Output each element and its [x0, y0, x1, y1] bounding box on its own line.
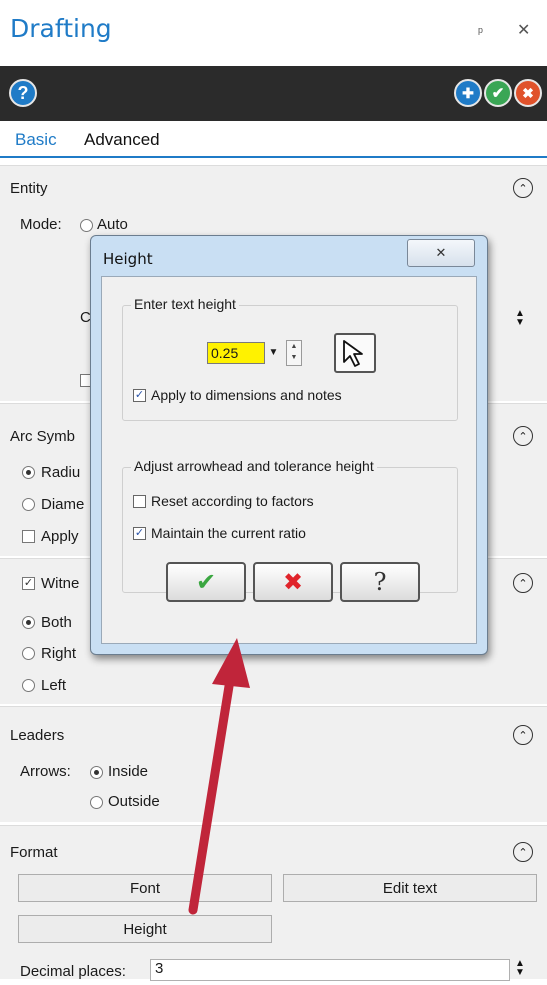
annotation-arrow-shaft — [188, 675, 235, 915]
annotation-arrow — [188, 638, 250, 915]
annotation-arrow-head — [212, 638, 250, 688]
